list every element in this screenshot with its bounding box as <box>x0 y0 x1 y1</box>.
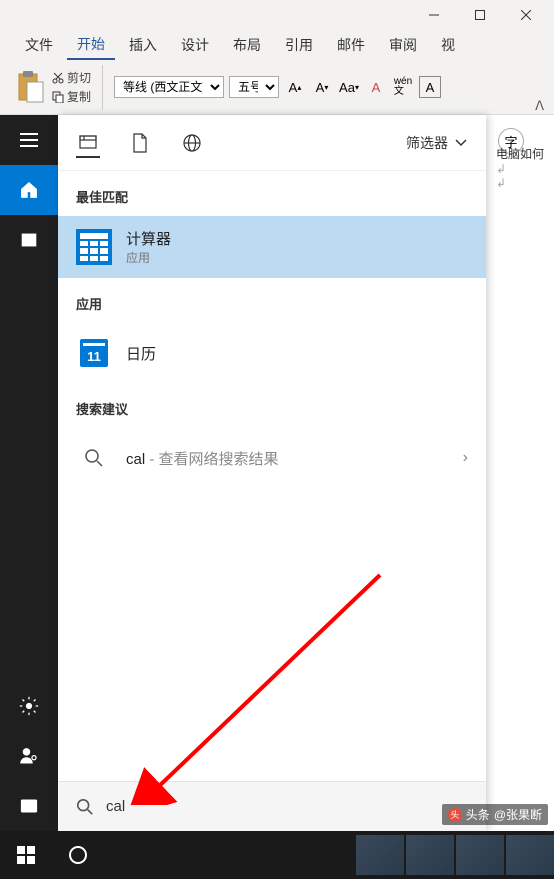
result-title: 日历 <box>126 343 156 364</box>
close-button[interactable] <box>503 0 549 30</box>
sidebar-home-button[interactable] <box>0 165 58 215</box>
clear-format-button[interactable]: A <box>365 76 387 98</box>
search-icon <box>76 440 112 476</box>
decrease-font-button[interactable]: A▾ <box>311 76 333 98</box>
result-subtitle: 应用 <box>126 249 171 266</box>
char-border-button[interactable]: A <box>419 76 441 98</box>
scope-docs-tab[interactable] <box>128 131 152 155</box>
title-bar <box>0 0 554 30</box>
font-name-select[interactable]: 等线 (西文正文) <box>114 76 224 98</box>
font-size-select[interactable]: 五号 <box>229 76 279 98</box>
tab-mail[interactable]: 邮件 <box>327 31 375 59</box>
clipboard-group: 剪切 复制 <box>52 69 91 105</box>
result-title: 计算器 <box>126 228 171 249</box>
apps-label: 应用 <box>58 278 486 323</box>
maximize-button[interactable] <box>457 0 503 30</box>
scope-all-tab[interactable] <box>76 134 100 158</box>
tab-file[interactable]: 文件 <box>15 31 63 59</box>
best-match-label: 最佳匹配 <box>58 171 486 216</box>
sidebar-settings-button[interactable] <box>0 681 58 731</box>
suggestions-label: 搜索建议 <box>58 383 486 428</box>
search-panel: 筛选器 最佳匹配 计算器 应用 应用 11 日历 搜索建议 cal - 查看网络… <box>58 115 486 831</box>
search-icon <box>76 798 94 816</box>
result-calculator[interactable]: 计算器 应用 <box>58 216 486 278</box>
start-sidebar <box>0 115 58 831</box>
search-input[interactable] <box>106 798 468 815</box>
change-case-button[interactable]: Aa▾ <box>338 76 360 98</box>
calendar-icon: 11 <box>76 335 112 371</box>
tab-view[interactable]: 视 <box>431 31 465 59</box>
paste-button[interactable] <box>15 68 47 106</box>
taskbar-app[interactable] <box>456 835 504 875</box>
search-scope-tabs: 筛选器 <box>58 115 486 171</box>
minimize-button[interactable] <box>411 0 457 30</box>
ribbon-tabs: 文件 开始 插入 设计 布局 引用 邮件 审阅 视 <box>0 30 554 60</box>
taskbar-app[interactable] <box>406 835 454 875</box>
taskbar-app[interactable] <box>356 835 404 875</box>
increase-font-button[interactable]: A▴ <box>284 76 306 98</box>
ribbon-toolbar: 剪切 复制 等线 (西文正文) 五号 A▴ A▾ Aa▾ A wén文 A <box>0 60 554 115</box>
tab-review[interactable]: 审阅 <box>379 31 427 59</box>
cortana-button[interactable] <box>52 831 104 879</box>
divider <box>102 65 103 110</box>
document-text: 电脑如何↲↲ <box>496 145 544 190</box>
sidebar-menu-button[interactable] <box>0 115 58 165</box>
search-box[interactable] <box>58 781 486 831</box>
tab-start[interactable]: 开始 <box>67 30 115 60</box>
search-results: 最佳匹配 计算器 应用 应用 11 日历 搜索建议 cal - 查看网络搜索结果… <box>58 171 486 781</box>
sidebar-timeline-button[interactable] <box>0 215 58 265</box>
tab-design[interactable]: 设计 <box>171 31 219 59</box>
copy-button[interactable]: 复制 <box>52 88 91 105</box>
tab-insert[interactable]: 插入 <box>119 31 167 59</box>
taskbar-app[interactable] <box>506 835 554 875</box>
collapse-ribbon-icon[interactable]: ᐱ <box>535 98 544 114</box>
sidebar-gallery-button[interactable] <box>0 781 58 831</box>
calculator-icon <box>76 229 112 265</box>
taskbar-apps <box>356 835 554 875</box>
watermark: 头头条@张果断 <box>442 804 548 825</box>
chevron-right-icon: › <box>463 449 468 467</box>
result-title: cal - 查看网络搜索结果 <box>126 448 279 469</box>
taskbar <box>0 831 554 879</box>
scope-web-tab[interactable] <box>180 131 204 155</box>
word-window: 文件 开始 插入 设计 布局 引用 邮件 审阅 视 剪切 复制 等线 (西文正文… <box>0 0 554 115</box>
tab-layout[interactable]: 布局 <box>223 31 271 59</box>
chevron-down-icon <box>454 138 468 148</box>
tab-reference[interactable]: 引用 <box>275 31 323 59</box>
result-web-search[interactable]: cal - 查看网络搜索结果 › <box>58 428 486 488</box>
result-calendar[interactable]: 11 日历 <box>58 323 486 383</box>
sidebar-account-button[interactable] <box>0 731 58 781</box>
start-button[interactable] <box>0 831 52 879</box>
phonetic-button[interactable]: wén文 <box>392 76 414 98</box>
filter-dropdown[interactable]: 筛选器 <box>406 133 468 153</box>
cut-button[interactable]: 剪切 <box>52 69 91 86</box>
